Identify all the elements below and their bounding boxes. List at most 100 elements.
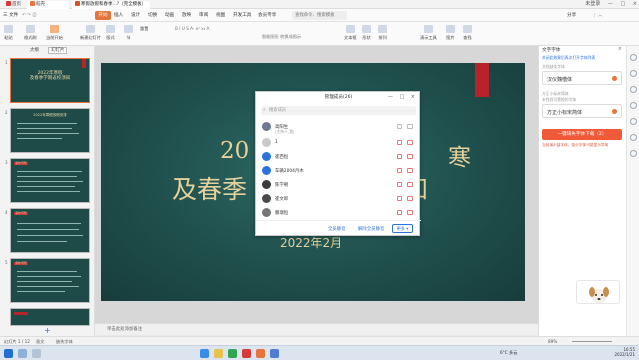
paste-button[interactable]: 粘贴 xyxy=(4,25,13,41)
member-row[interactable]: 高阳生 (主持人,我) xyxy=(261,120,416,134)
picture-button[interactable]: 图片 xyxy=(446,25,455,41)
reset-button[interactable]: 重置 xyxy=(140,26,148,32)
menu-member[interactable]: 会员专享 xyxy=(258,12,276,18)
member-search-input[interactable]: 搜索成员 xyxy=(261,106,416,115)
notes-input[interactable]: 单击此处添加备注 xyxy=(95,323,538,335)
member-row[interactable]: 鹏瑞恒 xyxy=(261,206,416,220)
minimize-icon[interactable]: — xyxy=(608,1,613,7)
smartart-convert[interactable]: 智能图形 转换成图示 xyxy=(262,34,301,40)
style-icon[interactable] xyxy=(630,70,637,77)
menu-design[interactable]: 设计 xyxy=(131,12,140,18)
camera-icon[interactable] xyxy=(407,124,413,129)
camera-off-icon[interactable] xyxy=(407,168,413,173)
camera-off-icon[interactable] xyxy=(407,210,413,215)
edge-icon[interactable] xyxy=(200,349,209,358)
mic-icon[interactable] xyxy=(397,124,402,129)
tab-home[interactable]: 首页 xyxy=(3,1,25,9)
font-format-tools[interactable]: B I U S A· x² x₂ A xyxy=(175,26,210,31)
panel-close-icon[interactable]: × xyxy=(618,46,622,52)
slide-thumbnail-1[interactable]: 2022年寒假 及春季学期返校须知 xyxy=(10,58,90,103)
more-icon[interactable]: ⋮ ︿ xyxy=(592,12,603,18)
format-painter-button[interactable]: 格式刷 xyxy=(24,25,37,41)
slide-thumbnail-5[interactable]: 返校须知 xyxy=(10,258,90,303)
slide-thumbnail-6[interactable] xyxy=(10,308,90,326)
wechat-icon[interactable] xyxy=(228,349,237,358)
presentation-tools-button[interactable]: 演示工具 xyxy=(420,25,437,41)
tab-slides[interactable]: 幻灯片 xyxy=(48,47,68,54)
tab-outline[interactable]: 大纲 xyxy=(30,48,39,53)
camera-off-icon[interactable] xyxy=(407,154,413,159)
settings-icon[interactable] xyxy=(630,150,637,157)
camera-off-icon[interactable] xyxy=(407,182,413,187)
undo-icon[interactable]: ↶ ↷ ⎙ xyxy=(22,12,36,18)
command-search-input[interactable]: 查找命令、搜索模板 xyxy=(292,11,347,20)
play-from-current-button[interactable]: 当前开始 xyxy=(46,25,63,41)
login-status[interactable]: 未登录 xyxy=(585,1,600,7)
unmute-all-button[interactable]: 解除全员静音 xyxy=(358,226,384,232)
slide-thumbnail-3[interactable]: 返校须知 xyxy=(10,158,90,203)
close-icon[interactable]: × xyxy=(633,1,637,7)
add-slide-button[interactable]: + xyxy=(44,326,51,335)
menu-start[interactable]: 开始 xyxy=(95,11,111,20)
slide-thumbnail-2[interactable]: 2022年寒假放假安排 xyxy=(10,108,90,153)
menu-file[interactable]: 三 文件 xyxy=(3,12,18,18)
missing-font-item[interactable]: 方正小标宋简体 xyxy=(542,104,622,118)
meeting-icon[interactable] xyxy=(270,349,279,358)
camera-off-icon[interactable] xyxy=(407,140,413,145)
more-button[interactable]: 更多 ▾ xyxy=(392,224,413,233)
mic-muted-icon[interactable] xyxy=(397,140,402,145)
weather[interactable]: 6°C 多云 xyxy=(500,350,517,356)
section-button[interactable]: 节 xyxy=(124,25,133,41)
menu-animation[interactable]: 动画 xyxy=(165,12,174,18)
mute-all-button[interactable]: 全员静音 xyxy=(328,226,346,232)
menu-transition[interactable]: 切换 xyxy=(148,12,157,18)
tab-docer[interactable]: 稻壳 xyxy=(27,1,69,9)
textbox-button[interactable]: 文本框 xyxy=(344,25,357,41)
new-slide-button[interactable]: 新建幻灯片 xyxy=(80,25,101,41)
arrange-button[interactable]: 排列 xyxy=(378,25,387,41)
dialog-minimize-icon[interactable]: — xyxy=(388,94,393,100)
mic-muted-icon[interactable] xyxy=(397,196,402,201)
menu-slideshow[interactable]: 放映 xyxy=(182,12,191,18)
task-view-icon[interactable] xyxy=(32,349,41,358)
dialog-close-icon[interactable]: × xyxy=(411,94,415,100)
find-button[interactable]: 查找 xyxy=(463,25,472,41)
download-icon[interactable] xyxy=(612,109,617,114)
animation-icon[interactable] xyxy=(630,86,637,93)
mic-muted-icon[interactable] xyxy=(397,168,402,173)
system-clock[interactable]: 16:55 2022/1/21 xyxy=(614,347,635,357)
member-row[interactable]: 崔西恒 xyxy=(261,150,416,164)
help-icon[interactable] xyxy=(630,134,637,141)
member-row[interactable]: 车辆2004丹木 xyxy=(261,164,416,178)
zoom-slider[interactable] xyxy=(572,341,612,342)
menu-view[interactable]: 视图 xyxy=(216,12,225,18)
panel-link[interactable]: 关闭此效果后再次打开字体列表 xyxy=(542,55,595,61)
download-missing-fonts-button[interactable]: 一键缺失字体下载（2） xyxy=(542,129,622,140)
member-row[interactable]: 崔文郎 xyxy=(261,192,416,206)
wps-presentation-icon[interactable] xyxy=(256,349,265,358)
layout-button[interactable]: 版式 xyxy=(106,25,115,41)
menu-insert[interactable]: 插入 xyxy=(114,12,123,18)
share-button[interactable]: 分享 xyxy=(567,12,576,18)
wps-icon[interactable] xyxy=(242,349,251,358)
slide-thumbnail-4[interactable]: 返校须知 xyxy=(10,208,90,253)
share-icon[interactable] xyxy=(630,118,637,125)
mic-muted-icon[interactable] xyxy=(397,154,402,159)
member-row[interactable]: 陈学朝 xyxy=(261,178,416,192)
explorer-icon[interactable] xyxy=(214,349,223,358)
maximize-icon[interactable]: □ xyxy=(620,1,625,7)
layout-icon[interactable] xyxy=(630,102,637,109)
font-panel-icon[interactable] xyxy=(630,54,637,61)
member-row[interactable]: 1 xyxy=(261,136,416,150)
menu-review[interactable]: 审阅 xyxy=(199,12,208,18)
search-icon[interactable] xyxy=(18,349,27,358)
missing-font-item[interactable]: 汉仪魏楷体 xyxy=(542,71,622,85)
dialog-maximize-icon[interactable]: □ xyxy=(399,94,404,100)
mic-muted-icon[interactable] xyxy=(397,182,402,187)
start-menu-icon[interactable] xyxy=(4,349,13,358)
tab-document[interactable]: 寒假放假和春季...?（完全模板） xyxy=(72,1,150,9)
camera-off-icon[interactable] xyxy=(407,196,413,201)
mic-muted-icon[interactable] xyxy=(397,210,402,215)
menu-developer[interactable]: 开发工具 xyxy=(233,12,251,18)
download-icon[interactable] xyxy=(612,76,617,81)
